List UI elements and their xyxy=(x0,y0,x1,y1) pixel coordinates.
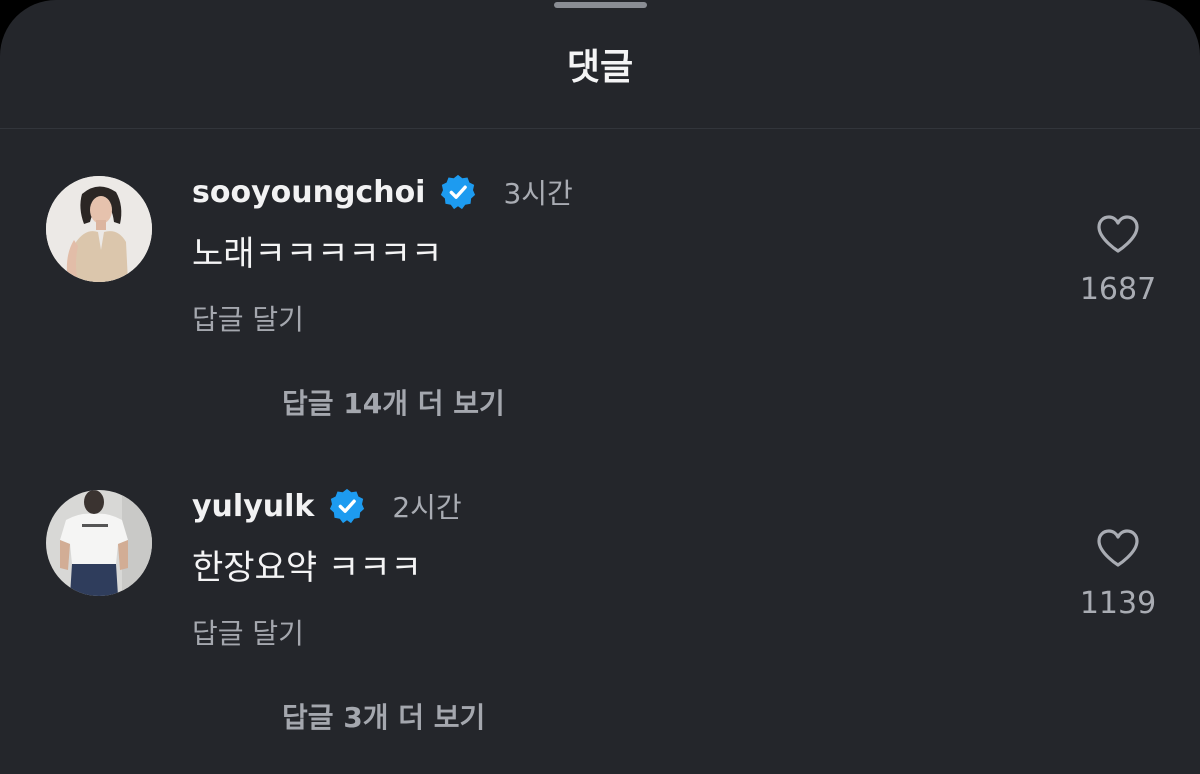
sheet-title: 댓글 xyxy=(566,47,634,88)
view-more-replies-button[interactable]: 답글 14개 더 보기 xyxy=(282,384,505,424)
sheet-grab-handle[interactable] xyxy=(554,2,647,8)
like-area: 1139 xyxy=(1068,528,1168,624)
reply-button[interactable]: 답글 달기 xyxy=(192,300,304,340)
username[interactable]: yulyulk xyxy=(192,489,314,524)
reply-button[interactable]: 답글 달기 xyxy=(192,614,304,654)
like-count: 1687 xyxy=(1079,272,1157,307)
comments-sheet: 댓글 sooyoungchoi 3시간 노래ㅋㅋㅋㅋㅋㅋ 답글 달기 답글 14… xyxy=(0,0,1200,774)
comment-item: sooyoungchoi 3시간 노래ㅋㅋㅋㅋㅋㅋ 답글 달기 답글 14개 더… xyxy=(0,150,1200,450)
heart-outline-icon[interactable] xyxy=(1068,528,1168,568)
heart-outline-icon[interactable] xyxy=(1068,214,1168,254)
like-count: 1139 xyxy=(1079,586,1157,621)
comment-header: yulyulk 2시간 xyxy=(192,484,462,528)
view-more-replies-button[interactable]: 답글 3개 더 보기 xyxy=(282,698,485,738)
avatar[interactable] xyxy=(46,176,152,282)
username[interactable]: sooyoungchoi xyxy=(192,175,425,210)
like-area: 1687 xyxy=(1068,214,1168,310)
comment-text: 노래ㅋㅋㅋㅋㅋㅋ xyxy=(192,234,443,274)
comment-item: yulyulk 2시간 한장요약 ㅋㅋㅋ 답글 달기 답글 3개 더 보기 11… xyxy=(0,464,1200,764)
comment-text: 한장요약 ㅋㅋㅋ xyxy=(192,548,422,588)
verified-badge-icon xyxy=(439,173,477,211)
avatar[interactable] xyxy=(46,490,152,596)
comment-time: 3시간 xyxy=(503,177,573,210)
verified-badge-icon xyxy=(328,487,366,525)
header-divider xyxy=(0,128,1200,129)
comment-time: 2시간 xyxy=(392,491,462,524)
comment-header: sooyoungchoi 3시간 xyxy=(192,170,573,214)
